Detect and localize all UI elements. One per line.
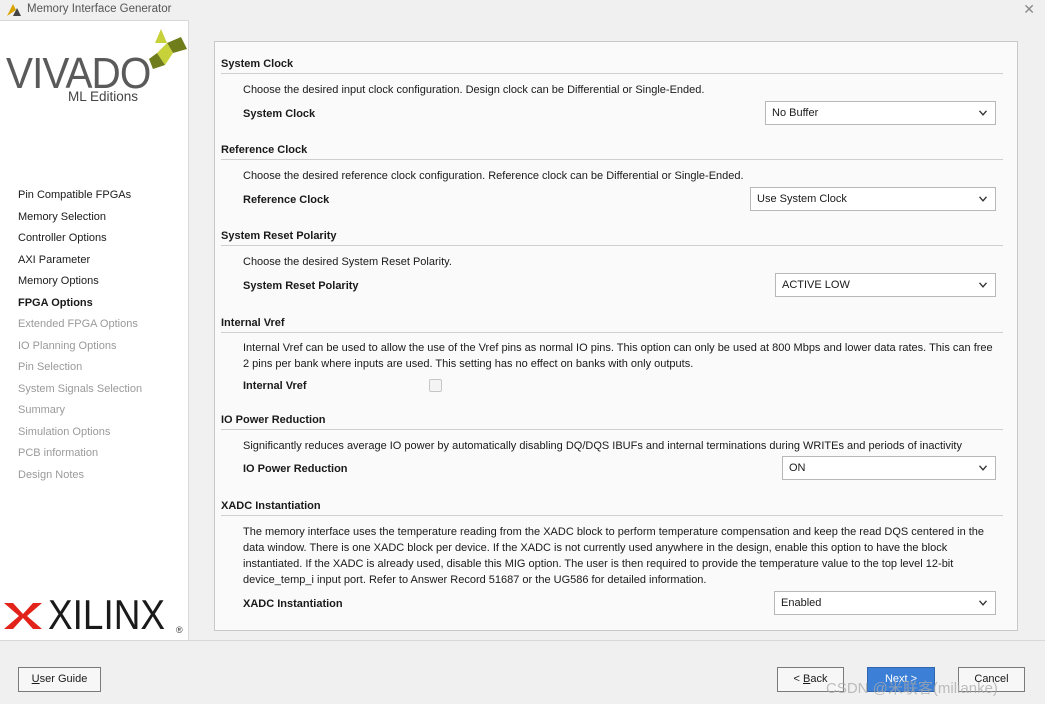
chevron-down-icon: [979, 196, 987, 202]
section-title-reset-polarity: System Reset Polarity: [221, 230, 337, 242]
reset-polarity-label: System Reset Polarity: [243, 280, 359, 292]
chevron-down-icon: [979, 110, 987, 116]
nav-item-axi-parameter[interactable]: AXI Parameter: [18, 253, 142, 275]
io-power-value: ON: [789, 462, 806, 474]
reset-polarity-select[interactable]: ACTIVE LOW: [775, 273, 996, 297]
internal-vref-checkbox[interactable]: [429, 379, 442, 392]
nav-item-pcb-information: PCB information: [18, 447, 99, 459]
io-power-label: IO Power Reduction: [243, 463, 348, 475]
nav-item-memory-options[interactable]: Memory Options: [18, 274, 142, 296]
registered-mark: ®: [176, 625, 183, 635]
fpga-options-panel: System Clock Choose the desired input cl…: [218, 45, 1014, 627]
xadc-description-line-1: The memory interface uses the temperatur…: [243, 526, 985, 538]
nav-item-pin-compatible-fpgas[interactable]: Pin Compatible FPGAs: [18, 188, 142, 210]
system-clock-label: System Clock: [243, 108, 316, 120]
nav-item-controller-options[interactable]: Controller Options: [18, 231, 142, 253]
nav-item-summary: Summary: [18, 404, 66, 416]
section-divider: [221, 159, 1003, 160]
reset-polarity-value: ACTIVE LOW: [782, 279, 850, 291]
back-prefix: <: [793, 673, 803, 685]
system-clock-select[interactable]: No Buffer: [765, 101, 996, 125]
watermark-text: CSDN @米联客(milianke): [826, 680, 998, 697]
wizard-steps: Pin Compatible FPGAs Memory Selection Co…: [18, 188, 142, 489]
internal-vref-description-line-1: Internal Vref can be used to allow the u…: [243, 342, 993, 354]
reference-clock-label: Reference Clock: [243, 194, 330, 206]
nav-item-simulation-options: Simulation Options: [18, 425, 111, 438]
xilinx-x-icon: [4, 603, 42, 629]
nav-item-system-signals-selection: System Signals Selection: [18, 382, 143, 395]
xadc-description-line-3: instantiated. If the XADC is already use…: [243, 558, 954, 570]
xadc-label: XADC Instantiation: [243, 598, 343, 610]
close-icon[interactable]: ✕: [1023, 1, 1035, 18]
reset-polarity-description: Choose the desired System Reset Polarity…: [243, 256, 452, 268]
section-title-xadc-instantiation: XADC Instantiation: [221, 500, 321, 512]
system-clock-value: No Buffer: [772, 107, 819, 119]
reference-clock-select[interactable]: Use System Clock: [750, 187, 996, 211]
section-divider: [221, 515, 1003, 516]
io-power-select[interactable]: ON: [782, 456, 996, 480]
vivado-logo: VIVADO ML Editions: [4, 29, 187, 109]
section-divider: [221, 332, 1003, 333]
section-divider: [221, 429, 1003, 430]
reference-clock-description: Choose the desired reference clock confi…: [243, 170, 744, 182]
nav-item-fpga-options[interactable]: FPGA Options: [18, 296, 142, 318]
nav-item-memory-selection[interactable]: Memory Selection: [18, 210, 142, 232]
edition-label: ML Editions: [68, 89, 139, 104]
section-divider: [221, 73, 1003, 74]
system-clock-description: Choose the desired input clock configura…: [243, 84, 705, 96]
nav-item-design-notes: Design Notes: [18, 468, 85, 481]
section-title-io-power-reduction: IO Power Reduction: [221, 414, 326, 426]
user-guide-label: ser Guide: [39, 673, 88, 685]
chevron-down-icon: [979, 465, 987, 471]
window-title: Memory Interface Generator: [27, 3, 172, 15]
nav-item-extended-fpga-options: Extended FPGA Options: [18, 318, 138, 330]
section-title-internal-vref: Internal Vref: [221, 317, 285, 329]
reference-clock-value: Use System Clock: [757, 193, 847, 205]
xilinx-logo: XILINX ®: [4, 591, 188, 641]
internal-vref-description-line-2: 2 pins per bank where inputs are used. T…: [243, 358, 694, 370]
nav-item-pin-selection: Pin Selection: [18, 361, 83, 373]
xadc-description-line-4: device_temp_i input port. Refer to Answe…: [243, 574, 707, 586]
section-title-system-clock: System Clock: [221, 58, 294, 70]
xadc-value: Enabled: [781, 597, 822, 609]
xadc-description-line-2: data window. There is one XADC block per…: [243, 542, 948, 554]
title-bar: Memory Interface Generator ✕: [0, 0, 1045, 20]
internal-vref-label: Internal Vref: [243, 380, 307, 392]
chevron-down-icon: [979, 282, 987, 288]
xilinx-wordmark: XILINX: [48, 591, 166, 638]
vivado-app-icon: [7, 4, 21, 16]
io-power-description: Significantly reduces average IO power b…: [243, 440, 962, 452]
vivado-leaf-icon: [149, 29, 187, 69]
sidebar: VIVADO ML Editions Pin Compatible FPGAs …: [0, 20, 189, 640]
chevron-down-icon: [979, 600, 987, 606]
section-title-reference-clock: Reference Clock: [221, 144, 308, 156]
nav-item-io-planning-options: IO Planning Options: [18, 339, 117, 352]
section-divider: [221, 245, 1003, 246]
user-guide-button[interactable]: User Guide: [18, 667, 101, 692]
back-label: ack: [810, 673, 828, 685]
xadc-select[interactable]: Enabled: [774, 591, 996, 615]
user-guide-mnemonic: U: [31, 673, 40, 685]
